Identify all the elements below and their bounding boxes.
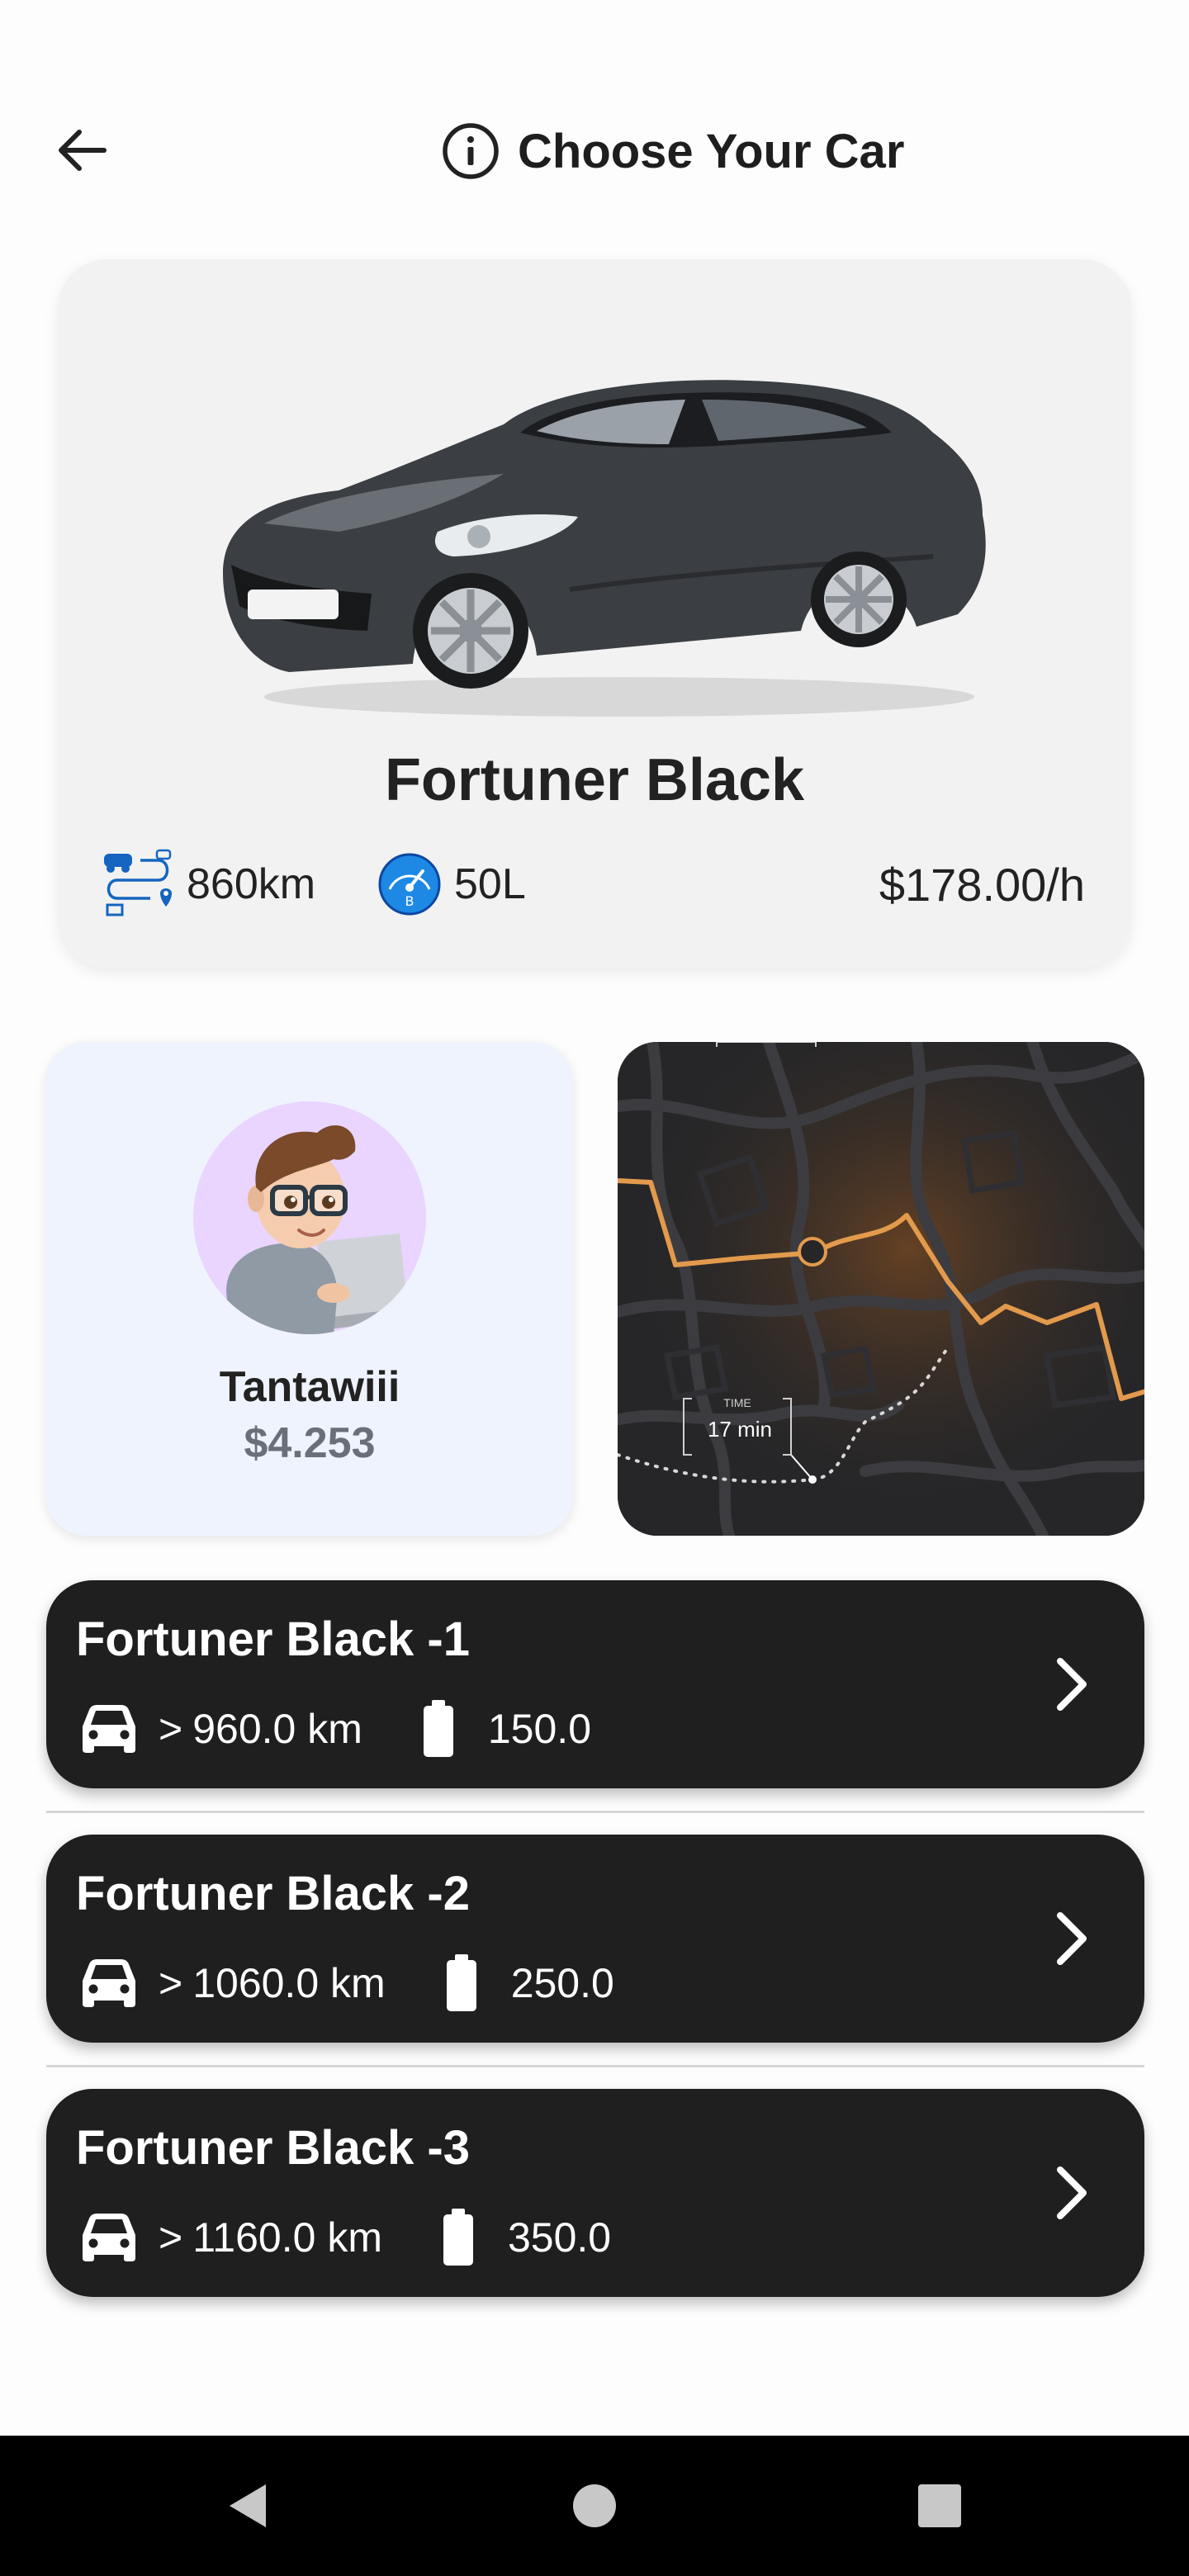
- distance-prefix: >: [159, 1706, 183, 1752]
- page-title: Choose Your Car: [518, 124, 905, 178]
- battery-icon: [446, 1954, 476, 2011]
- distance-value: 860km: [187, 860, 316, 908]
- distance-prefix: >: [159, 2214, 183, 2261]
- car-item-battery: 350.0: [507, 2214, 612, 2261]
- car-item-stats: > 1160.0 km 350.0: [79, 2204, 611, 2271]
- arrow-left-icon: [59, 130, 107, 171]
- fuel-stat: B 50L: [377, 847, 526, 921]
- car-item-stats: > 960.0 km 150.0: [79, 1696, 591, 1762]
- featured-car-card[interactable]: Fortuner Black 860km B 50L $178.00/h: [58, 259, 1131, 968]
- battery-icon: [443, 2209, 473, 2266]
- car-list-item[interactable]: Fortuner Black -1 > 960.0 km 150.0: [46, 1580, 1144, 1788]
- car-icon: [83, 1959, 135, 2007]
- fuel-value: 50L: [454, 860, 526, 908]
- car-item-battery: 150.0: [487, 1706, 591, 1752]
- price-per-hour: $178.00/h: [879, 858, 1085, 911]
- fuel-gauge-icon: B: [378, 853, 441, 916]
- car-item-distance: 1160.0 km: [192, 2214, 382, 2261]
- car-item-battery: 250.0: [510, 1960, 614, 2006]
- svg-text:B: B: [405, 893, 414, 909]
- battery-icon: [423, 1700, 453, 1757]
- map-time-label: TIME: [723, 1396, 751, 1409]
- distance-stat: 860km: [101, 847, 315, 921]
- app-header: Choose Your Car: [0, 107, 1189, 193]
- car-item-name: Fortuner Black -2: [76, 1867, 470, 1920]
- car-item-distance: 1060.0 km: [192, 1960, 386, 2006]
- car-name: Fortuner Black: [384, 747, 805, 813]
- chevron-right-icon[interactable]: [1037, 1906, 1103, 1972]
- car-item-name: Fortuner Black -3: [76, 2121, 470, 2175]
- list-divider: [46, 2065, 1144, 2067]
- system-navigation-bar: [0, 2436, 1189, 2576]
- car-item-stats: > 1060.0 km 250.0: [79, 1950, 614, 2016]
- car-list-item[interactable]: Fortuner Black -3 > 1160.0 km 350.0: [46, 2089, 1144, 2297]
- nav-back-icon[interactable]: [223, 2481, 272, 2531]
- back-button[interactable]: [48, 124, 114, 177]
- profile-card[interactable]: Tantawiii $4.253: [46, 1042, 573, 1536]
- car-icon: [83, 2214, 135, 2261]
- chevron-right-icon[interactable]: [1037, 1651, 1103, 1717]
- route-map[interactable]: TIME 17 min: [618, 1042, 1144, 1536]
- nav-home-icon[interactable]: [570, 2481, 619, 2531]
- car-icon: [83, 1705, 135, 1753]
- car-item-distance: 960.0 km: [192, 1706, 362, 1752]
- avatar: [193, 1101, 426, 1334]
- route-icon: [104, 849, 172, 916]
- car-item-name: Fortuner Black -1: [76, 1612, 470, 1666]
- distance-prefix: >: [159, 1960, 183, 2006]
- user-balance: $4.253: [244, 1419, 376, 1467]
- car-image: [223, 380, 986, 717]
- info-circle-icon[interactable]: [442, 122, 500, 180]
- car-list-item[interactable]: Fortuner Black -2 > 1060.0 km 250.0: [46, 1835, 1144, 2043]
- chevron-right-icon[interactable]: [1037, 2160, 1103, 2226]
- nav-recents-icon[interactable]: [915, 2481, 964, 2531]
- map-time-value: 17 min: [708, 1417, 772, 1442]
- list-divider: [46, 1811, 1144, 1813]
- user-name: Tantawiii: [219, 1363, 400, 1411]
- page-title-group: Choose Your Car: [442, 122, 904, 180]
